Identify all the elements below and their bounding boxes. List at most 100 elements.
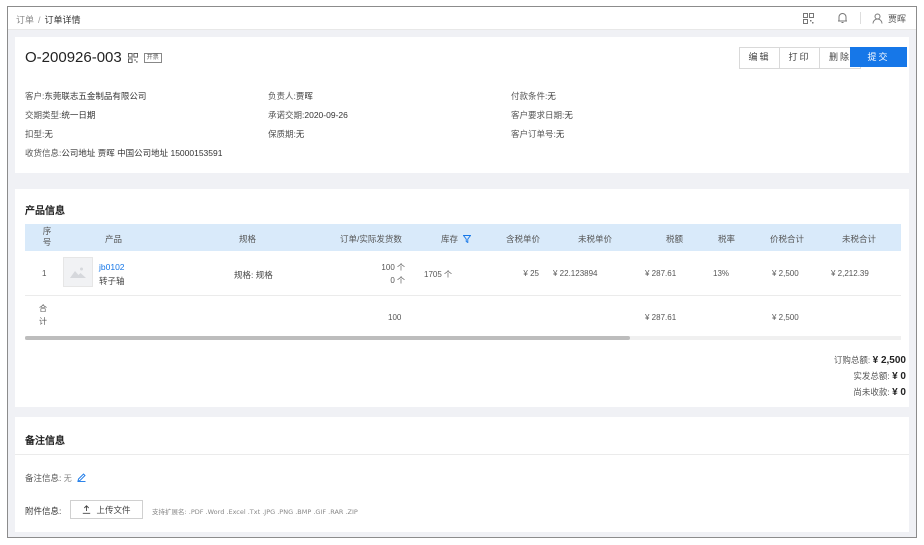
info-label: 承诺交期: <box>268 110 305 120</box>
info-value: 无 <box>564 110 573 120</box>
info-payment: 付款条件:无 <box>511 90 556 102</box>
info-label: 扣型: <box>25 129 45 139</box>
column-stock: 库存 <box>441 233 472 245</box>
attach-label: 附件信息: <box>25 506 62 516</box>
column-qty: 订单/实际发货数 <box>340 234 402 244</box>
info-customer-order-no: 客户订单号:无 <box>511 128 564 140</box>
upload-button-label: 上传文件 <box>96 504 131 515</box>
breadcrumb: 订单 / 订单详情 <box>16 13 81 26</box>
order-number: O-200926-003 <box>25 49 122 66</box>
cell-price-notax: ¥ 22.123894 <box>553 269 598 278</box>
cell-total-notax: ¥ 2,212.39 <box>831 269 869 278</box>
order-title: O-200926-003 开票 <box>25 49 162 66</box>
edit-icon[interactable] <box>77 473 86 482</box>
cell-spec: 规格: 规格 <box>234 270 273 280</box>
info-label: 收货信息: <box>25 148 62 158</box>
info-value: 无 <box>44 129 53 139</box>
qrcode-icon[interactable] <box>802 11 816 25</box>
app-window: 订单 / 订单详情 贾晖 O-200926-003 开票 编辑 打印 删除 提交… <box>7 6 917 538</box>
qrcode-icon[interactable] <box>127 52 138 63</box>
info-label: 付款条件: <box>511 91 548 101</box>
table-header: 序号 产品 规格 订单/实际发货数 库存 含税单价 未税单价 税额 税率 价税合… <box>25 224 901 251</box>
purchase-total-value: ¥ 2,500 <box>872 355 906 366</box>
shipped-total-value: ¥ 0 <box>892 371 906 382</box>
column-total-notax: 未税合计 <box>842 234 877 244</box>
divider <box>15 454 909 455</box>
divider <box>859 12 861 24</box>
info-customer-req-date: 客户要求日期:无 <box>511 109 573 121</box>
product-code-link[interactable]: jb0102 <box>99 262 125 272</box>
edit-button[interactable]: 编辑 <box>740 48 780 68</box>
cell-total: ¥ 2,500 <box>772 269 799 278</box>
sum-label: 合计 <box>39 304 47 326</box>
column-tax-rate: 税率 <box>718 234 736 244</box>
column-stock-label: 库存 <box>441 234 459 244</box>
info-value: 无 <box>295 129 305 139</box>
info-label: 客户要求日期: <box>511 110 565 120</box>
cell-seq: 1 <box>42 269 47 278</box>
cell-tax-amount: ¥ 287.61 <box>645 269 677 278</box>
bell-icon[interactable] <box>836 11 850 25</box>
remark-card: 备注信息 备注信息: 无 附件信息: 上传文件 支持扩展名: .PDF .Wor… <box>15 417 909 532</box>
column-total: 价税合计 <box>770 234 805 244</box>
info-promise-date: 承诺交期:2020-09-26 <box>268 109 348 121</box>
cell-order-qty: 100 个 <box>381 263 405 272</box>
cell-shipped-qty: 0 个 <box>390 276 405 285</box>
cell-price-tax: ¥ 25 <box>523 269 539 278</box>
info-label: 负责人: <box>268 91 296 101</box>
sum-tax-amount: ¥ 287.61 <box>645 313 677 322</box>
remark-label: 备注信息: <box>25 473 62 483</box>
cell-tax-rate: 13% <box>713 269 730 278</box>
info-warranty: 保质期:无 <box>268 128 304 140</box>
section-title: 备注信息 <box>25 436 65 447</box>
info-shipping: 收货信息:公司地址 贾晖 中国公司地址 15000153591 <box>25 147 222 159</box>
cell-product-name: 转子轴 <box>99 276 125 286</box>
purchase-total: 订购总额: ¥ 2,500 <box>834 354 906 366</box>
column-product: 产品 <box>105 234 123 244</box>
top-actions: 贾晖 <box>782 11 906 25</box>
product-image-placeholder <box>63 257 93 287</box>
info-owner: 负责人:贾晖 <box>268 90 313 102</box>
unreceived-total-label: 尚未收款: <box>853 387 890 397</box>
info-value: 2020-09-26 <box>304 110 348 120</box>
column-price-tax: 含税单价 <box>506 234 541 244</box>
shipped-total-label: 实发总额: <box>853 371 890 381</box>
shipped-total: 实发总额: ¥ 0 <box>853 370 906 382</box>
row-divider <box>25 295 901 296</box>
print-button[interactable]: 打印 <box>780 48 820 68</box>
unreceived-total-value: ¥ 0 <box>892 387 906 398</box>
user-name[interactable]: 贾晖 <box>888 12 906 25</box>
user-icon[interactable] <box>871 11 885 25</box>
info-buckle: 扣型:无 <box>25 128 53 140</box>
info-customer: 客户:东莞联志五金制品有限公司 <box>25 90 146 102</box>
cell-stock: 1705 个 <box>424 270 453 279</box>
horizontal-scrollbar[interactable] <box>25 336 901 340</box>
remark-value: 无 <box>63 474 72 483</box>
action-button-group: 编辑 打印 删除 <box>739 47 861 69</box>
top-bar: 订单 / 订单详情 贾晖 <box>8 7 916 30</box>
purchase-total-label: 订购总额: <box>833 355 871 365</box>
submit-button[interactable]: 提交 <box>850 47 907 67</box>
upload-icon <box>83 505 91 514</box>
filter-icon[interactable] <box>462 235 472 244</box>
breadcrumb-current: 订单详情 <box>44 15 81 25</box>
image-icon <box>70 267 86 278</box>
column-spec: 规格 <box>239 234 257 244</box>
breadcrumb-root[interactable]: 订单 <box>16 15 34 25</box>
info-label: 保质期: <box>268 129 296 139</box>
scrollbar-thumb[interactable] <box>25 336 630 340</box>
upload-button[interactable]: 上传文件 <box>70 500 143 519</box>
info-label: 客户: <box>25 91 45 101</box>
info-label: 客户订单号: <box>511 129 556 139</box>
remark-field: 备注信息: 无 <box>25 472 86 484</box>
column-seq: 序号 <box>42 226 52 247</box>
sum-qty: 100 <box>388 313 402 322</box>
info-delivery-type: 交期类型:统一日期 <box>25 109 95 121</box>
section-title: 产品信息 <box>25 206 65 217</box>
upload-hint: 支持扩展名: .PDF .Word .Excel .Txt .JPG .PNG … <box>152 508 358 516</box>
status-badge: 开票 <box>143 52 162 63</box>
info-value: 东莞联志五金制品有限公司 <box>44 91 147 101</box>
info-value: 公司地址 贾晖 中国公司地址 15000153591 <box>61 148 223 158</box>
info-value: 统一日期 <box>61 110 96 120</box>
column-tax-amount: 税额 <box>666 234 684 244</box>
